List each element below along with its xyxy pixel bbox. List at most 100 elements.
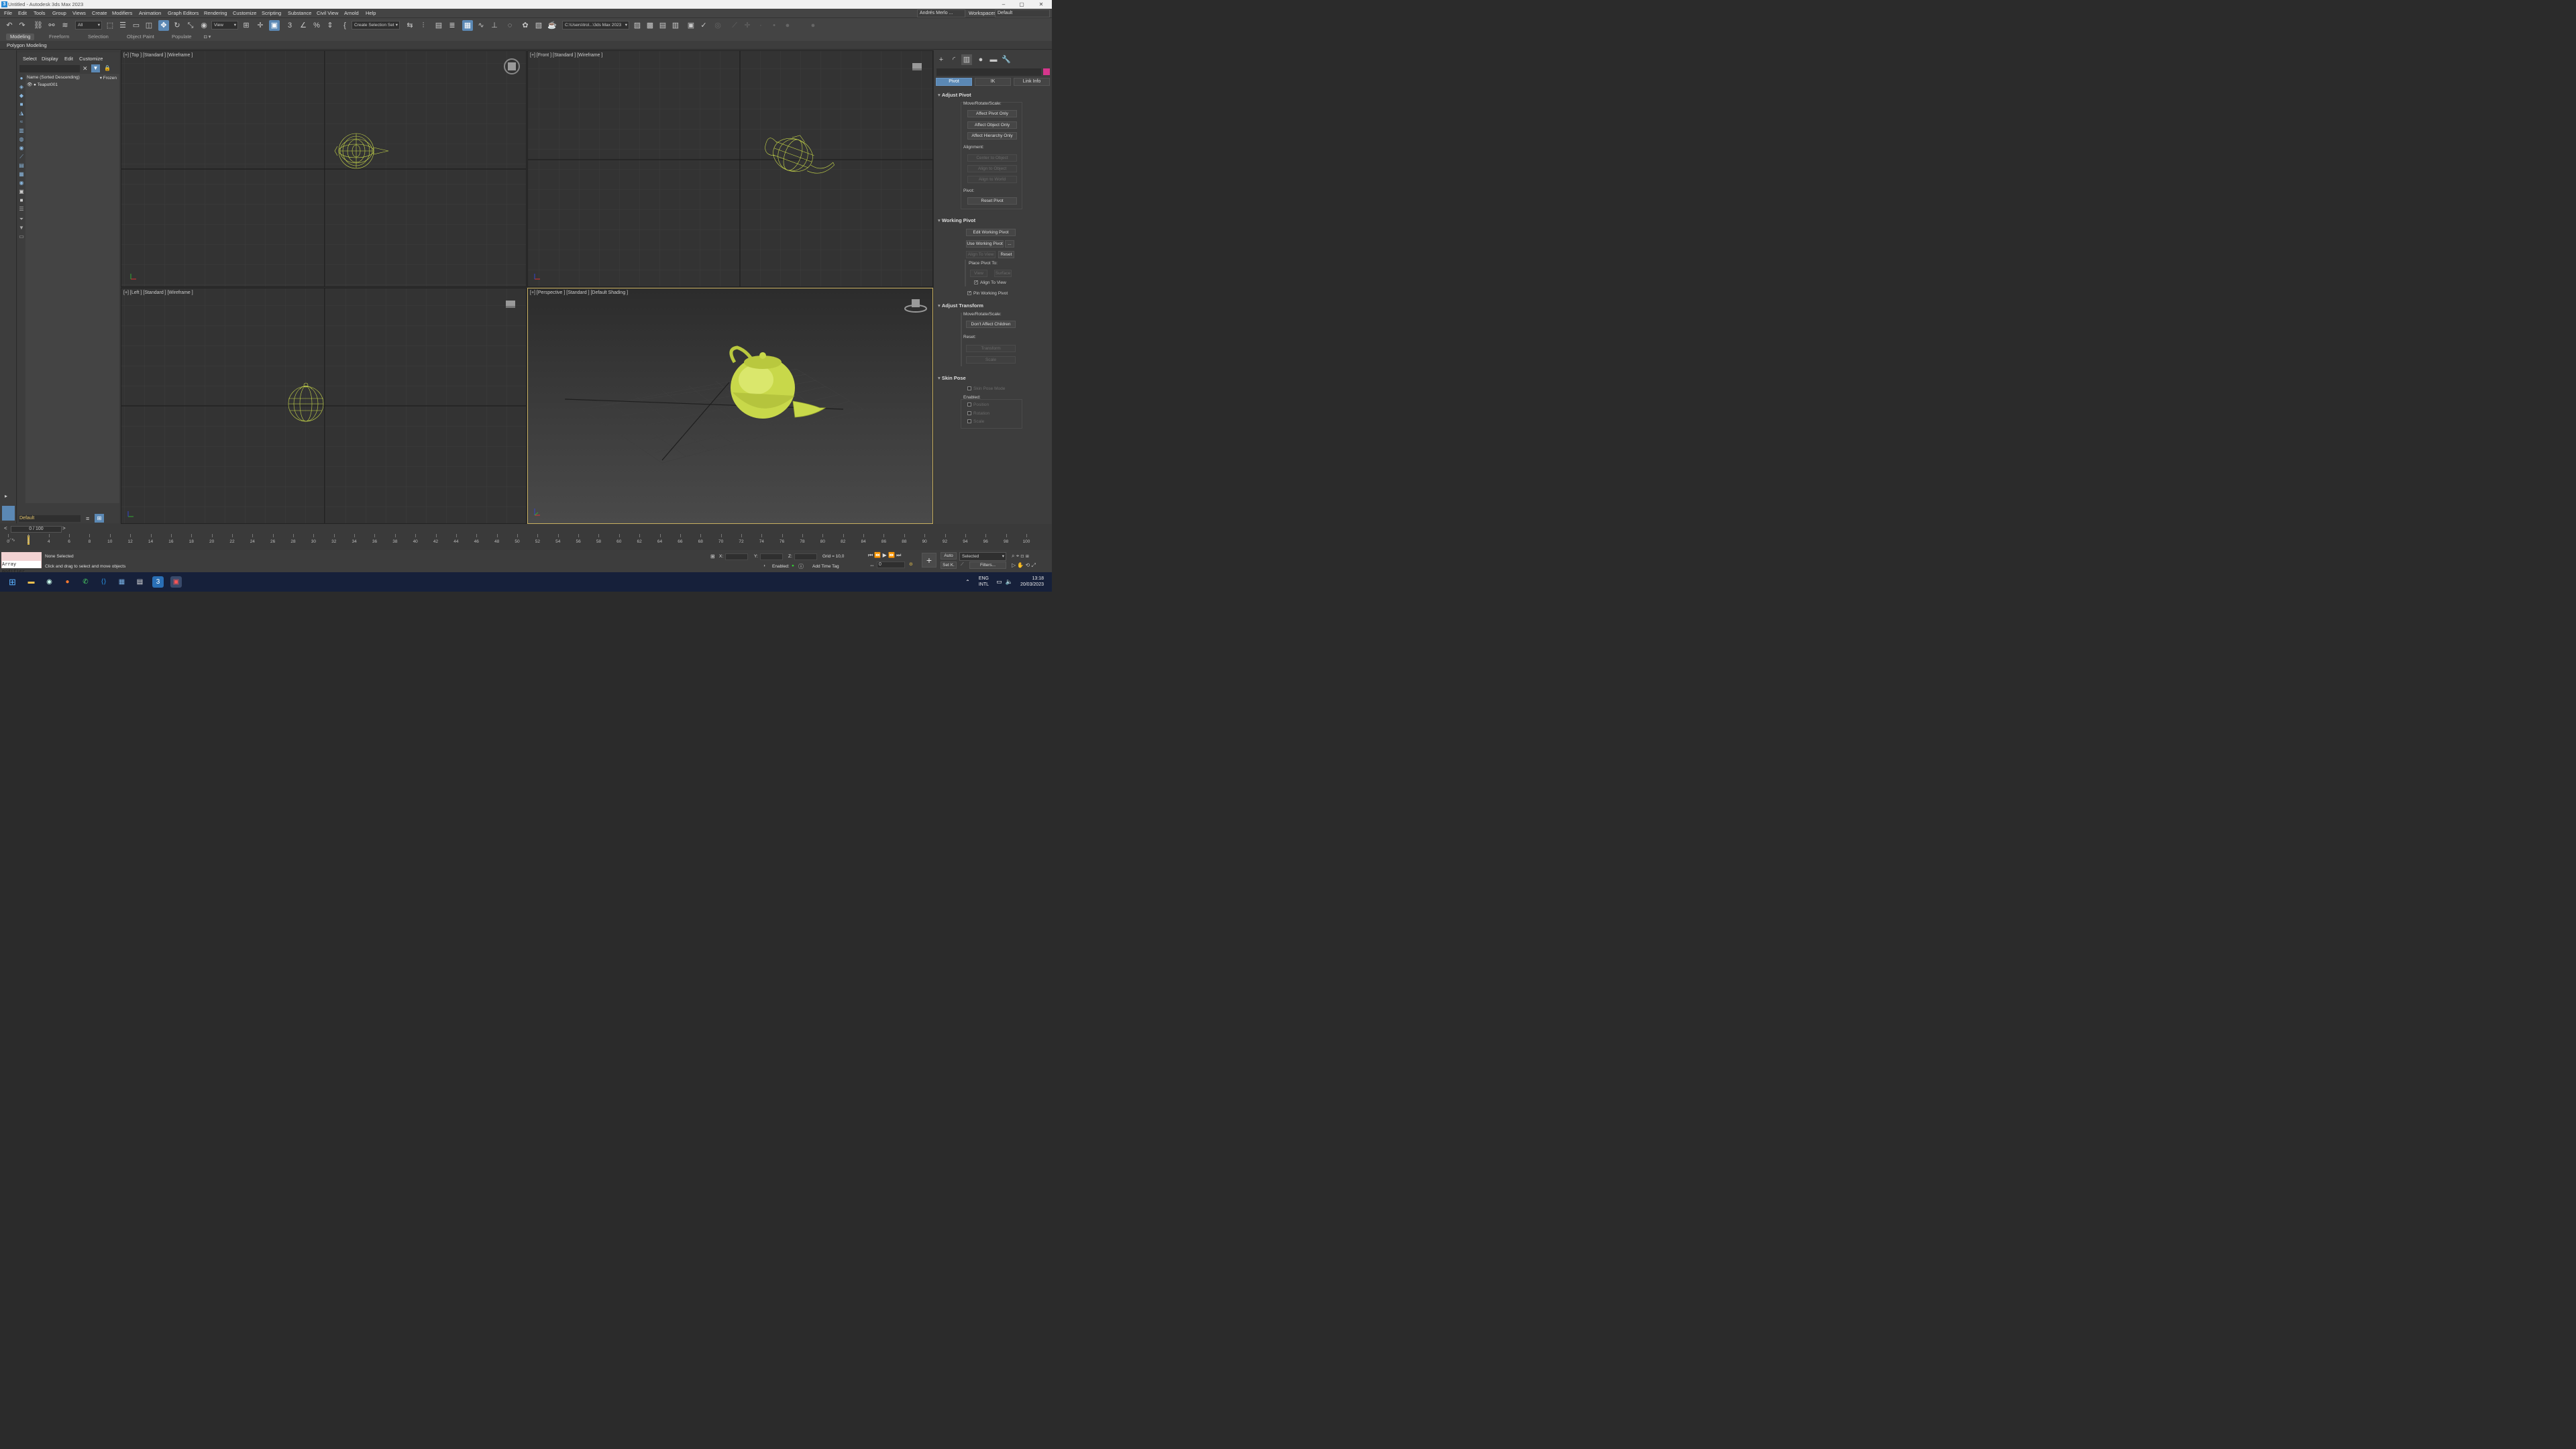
pivot-center-icon[interactable]: ⊞ — [241, 20, 252, 31]
position-checkbox[interactable]: Position — [967, 402, 989, 407]
menu-substance[interactable]: Substance — [288, 10, 311, 17]
project-settings-icon[interactable]: ▥ — [670, 20, 681, 31]
funnel-icon[interactable]: ⏷ — [18, 216, 25, 223]
viewport-layout-tab[interactable] — [2, 506, 15, 521]
filters-button[interactable]: Filters... — [969, 561, 1006, 569]
save-incremental-icon[interactable]: ▣ — [686, 20, 696, 31]
viewport-top[interactable]: [+] [Top ] [Standard ] [Wireframe ] — [121, 50, 527, 287]
adaptive-degradation-icon[interactable]: ◑ — [763, 564, 765, 568]
filter-spacewarps-icon[interactable]: ≈ — [18, 119, 25, 125]
viewport-label-left[interactable]: [+] [Left ] [Standard ] [Wireframe ] — [123, 290, 193, 295]
y-coordinate-field[interactable] — [760, 553, 783, 560]
link-icon[interactable]: ⛓ — [33, 20, 44, 31]
scale-reset-button[interactable]: Scale — [966, 356, 1016, 364]
time-config-icon[interactable]: ⚙ — [909, 561, 913, 567]
create-tab-icon[interactable]: + — [936, 54, 947, 65]
scene-search-input[interactable] — [19, 65, 80, 72]
reset-working-pivot-button[interactable]: Reset — [998, 251, 1014, 258]
scene-tab-display[interactable]: Display — [42, 56, 58, 62]
viewcube-icon[interactable] — [504, 298, 517, 310]
menu-edit[interactable]: Edit — [18, 10, 27, 17]
rotate-icon[interactable]: ↻ — [172, 20, 182, 31]
reset-pivot-button[interactable]: Reset Pivot — [967, 197, 1017, 205]
project-folder-dropdown[interactable]: C:\Users\trol...\3ds Max 2023 — [562, 21, 629, 30]
file-explorer-icon[interactable]: ▬ — [25, 576, 37, 588]
z-coordinate-field[interactable] — [794, 553, 817, 560]
render-setup-icon[interactable]: ✿ — [520, 20, 531, 31]
menu-arnold[interactable]: Arnold — [344, 10, 359, 17]
scale-checkbox[interactable]: Scale — [967, 419, 984, 424]
whatsapp-icon[interactable]: ✆ — [80, 576, 91, 588]
frozen-column-header[interactable]: ▾ Frozen — [100, 75, 117, 80]
modify-tab-icon[interactable]: ◜ — [949, 54, 959, 65]
filter-hidden-icon[interactable]: ▦ — [18, 171, 25, 178]
maxscript-listener[interactable]: Array modifier — [1, 552, 42, 574]
filter-helpers-icon[interactable]: ◮ — [18, 110, 25, 117]
notepad-icon[interactable]: ▤ — [134, 576, 146, 588]
filter-bones-icon[interactable]: ◉ — [18, 145, 25, 152]
material-editor-icon[interactable]: ◌ — [504, 20, 515, 31]
ribbon-tab-object-paint[interactable]: Object Paint — [127, 34, 154, 40]
add-time-tag[interactable]: Add Time Tag — [812, 564, 839, 569]
minimize-button[interactable]: – — [996, 0, 1012, 9]
spinner-snap-icon[interactable]: ⇕ — [325, 20, 335, 31]
filter-lights-icon[interactable]: ◆ — [18, 93, 25, 99]
scene-tab-customize[interactable]: Customize — [79, 56, 103, 62]
bind-space-warp-icon[interactable]: ≋ — [60, 20, 70, 31]
viewport-left[interactable]: [+] [Left ] [Standard ] [Wireframe ] — [121, 288, 527, 524]
filter-icon[interactable]: ▼ — [91, 64, 100, 72]
filter-xrefs-icon[interactable]: ◍ — [18, 136, 25, 143]
working-pivot-rollout[interactable]: Working Pivot — [938, 217, 975, 223]
ik-tab[interactable]: IK — [975, 78, 1011, 86]
viewport-label-perspective[interactable]: [+] [Perspective ] [Standard ] [Default … — [530, 290, 628, 295]
language-indicator[interactable]: ENG INTL — [974, 576, 989, 588]
snaps-toggle-icon[interactable]: 3 — [284, 20, 295, 31]
close-button[interactable]: ✕ — [1033, 0, 1049, 9]
menu-customize[interactable]: Customize — [233, 10, 256, 17]
select-by-name-icon[interactable]: ☰ — [117, 20, 128, 31]
ribbon-options-icon[interactable]: ◘ ▾ — [204, 34, 211, 40]
adjust-pivot-rollout[interactable]: Adjust Pivot — [938, 92, 971, 98]
layer-field[interactable]: Default — [19, 515, 80, 522]
affect-object-only-button[interactable]: Affect Object Only — [967, 121, 1017, 129]
system-clock[interactable]: 13:18 20/03/2023 — [1012, 576, 1044, 588]
firefox-icon[interactable]: ● — [62, 576, 73, 588]
rotation-checkbox[interactable]: Rotation — [967, 411, 989, 416]
align-to-view-button[interactable]: Align To View — [966, 251, 996, 258]
maximize-button[interactable]: ▢ — [1014, 0, 1030, 9]
scene-explorer-toggle-icon[interactable]: ▤ — [433, 20, 444, 31]
key-mode-icon[interactable]: ⇔ — [869, 562, 875, 568]
affect-pivot-only-button[interactable]: Affect Pivot Only — [967, 110, 1017, 117]
workspace-dropdown[interactable]: Default — [995, 9, 1050, 17]
filter-geometry-icon[interactable]: ● — [18, 75, 25, 82]
visibility-icon[interactable]: 👁 ● — [27, 83, 36, 87]
teapot-shaded[interactable] — [729, 345, 826, 419]
menu-help[interactable]: Help — [366, 10, 376, 17]
steam-icon[interactable]: ◉ — [44, 576, 55, 588]
user-account-dropdown[interactable]: Andrés Merlo ... — [917, 9, 965, 17]
clear-search-icon[interactable]: ✕ — [83, 65, 88, 72]
tray-expand-icon[interactable]: ⌃ — [962, 576, 973, 588]
viewport-front[interactable]: [+] [Front ] [Standard ] [Wireframe ] — [527, 50, 933, 287]
object-color-swatch[interactable] — [1043, 68, 1050, 75]
redo-icon[interactable]: ↷ — [17, 20, 28, 31]
display-tab-icon[interactable]: ▬ — [988, 54, 999, 65]
set-key-mode-button[interactable]: Set K. — [941, 561, 957, 569]
3ds-max-taskbar-icon[interactable]: 3 — [152, 576, 164, 588]
filter-groups-icon[interactable]: ▥ — [18, 127, 25, 134]
menu-modifiers[interactable]: Modifiers — [112, 10, 132, 17]
list-item[interactable]: 👁 ● Teapot001 — [27, 82, 118, 88]
list-icon[interactable]: ☰ — [18, 206, 25, 213]
mirror-icon[interactable]: ⇆ — [405, 20, 415, 31]
ribbon-tab-freeform[interactable]: Freeform — [49, 34, 69, 40]
scale-icon[interactable]: ⤡ — [185, 20, 196, 31]
select-object-icon[interactable]: ⬚ — [105, 20, 115, 31]
menu-group[interactable]: Group — [52, 10, 66, 17]
undo-icon[interactable]: ↶ — [4, 20, 15, 31]
object-name-field[interactable] — [936, 68, 1041, 76]
rect-selection-icon[interactable]: ▭ — [131, 20, 142, 31]
adjust-transform-rollout[interactable]: Adjust Transform — [938, 303, 983, 309]
create-project-icon[interactable]: ▤ — [657, 20, 668, 31]
ribbon-toggle-icon[interactable]: ▦ — [462, 20, 473, 31]
angle-snap-icon[interactable]: ∠ — [298, 20, 309, 31]
